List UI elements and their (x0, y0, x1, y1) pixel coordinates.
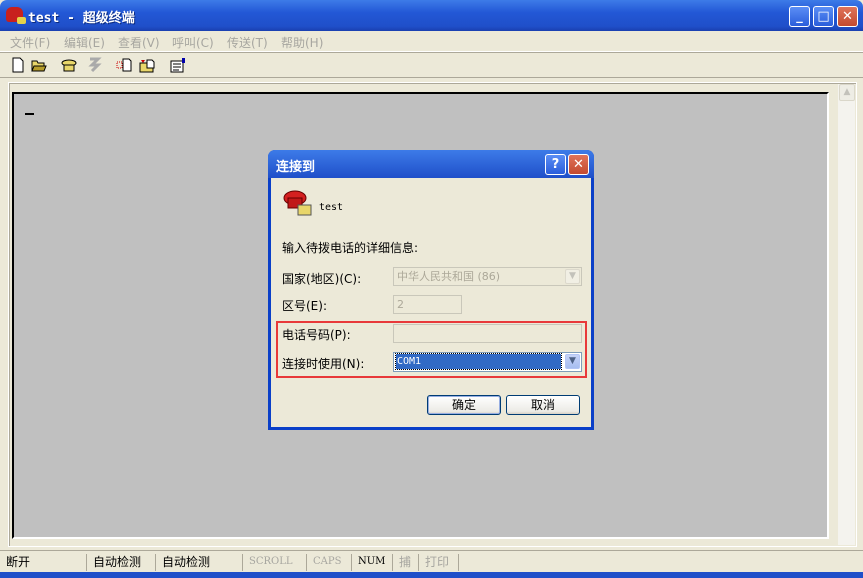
status-caps: CAPS (309, 554, 352, 571)
disconnect-icon (86, 57, 102, 73)
title-bar: test - 超级终端 _ □ ✕ (0, 0, 863, 31)
ok-button[interactable]: 确定 (427, 395, 501, 415)
menu-file[interactable]: 文件(F) (10, 34, 50, 51)
help-button[interactable]: ? (545, 154, 566, 175)
phone-number-input[interactable] (393, 324, 582, 343)
chevron-down-icon: ▼ (565, 269, 580, 284)
minimize-button[interactable]: _ (789, 6, 810, 27)
receive-icon[interactable] (139, 57, 155, 73)
vertical-scrollbar[interactable]: ▲ (838, 84, 855, 545)
window-title: test - 超级终端 (28, 11, 135, 26)
call-icon[interactable] (61, 57, 77, 73)
hyperterminal-icon (6, 7, 26, 24)
close-button[interactable]: ✕ (837, 6, 858, 27)
country-label: 国家(地区)(C): (282, 272, 362, 286)
connect-to-dialog: 连接到 ? ✕ (268, 150, 594, 430)
send-icon[interactable] (116, 57, 132, 73)
dialog-title-bar: 连接到 ? ✕ (268, 150, 594, 178)
status-print: 打印 (421, 554, 459, 571)
menu-transfer[interactable]: 传送(T) (227, 34, 268, 51)
maximize-button[interactable]: □ (813, 6, 834, 27)
country-value: 中华人民共和国 (86) (397, 270, 501, 283)
menu-bar: 文件(F) 编辑(E) 查看(V) 呼叫(C) 传送(T) 帮助(H) (0, 31, 863, 52)
dialog-prompt: 输入待拨电话的详细信息: (282, 241, 419, 255)
status-detect-2: 自动检测 (158, 554, 243, 571)
cancel-button[interactable]: 取消 (506, 395, 580, 415)
dialog-title: 连接到 (276, 160, 316, 175)
toolbar (0, 53, 863, 78)
status-scroll: SCROLL (245, 554, 307, 571)
connect-using-value: COM1 (395, 353, 562, 370)
scroll-up-icon[interactable]: ▲ (839, 84, 855, 101)
dialog-close-button[interactable]: ✕ (568, 154, 589, 175)
connect-using-label: 连接时使用(N): (282, 357, 365, 371)
menu-help[interactable]: 帮助(H) (281, 34, 323, 51)
status-bar: 断开 自动检测 自动检测 SCROLL CAPS NUM 捕 打印 (0, 550, 863, 572)
properties-icon[interactable] (170, 57, 186, 73)
status-detect-1: 自动检测 (89, 554, 156, 571)
terminal-cursor (25, 113, 34, 115)
connect-using-select[interactable]: COM1 ▼ (393, 352, 582, 372)
status-num: NUM (354, 554, 393, 571)
menu-view[interactable]: 查看(V) (118, 34, 160, 51)
menu-edit[interactable]: 编辑(E) (64, 34, 105, 51)
area-code-input: 2 (393, 295, 462, 314)
area-code-label: 区号(E): (282, 299, 327, 313)
phone-number-label: 电话号码(P): (282, 328, 351, 342)
chevron-down-icon[interactable]: ▼ (565, 354, 580, 369)
menu-call[interactable]: 呼叫(C) (172, 34, 214, 51)
country-select: 中华人民共和国 (86) ▼ (393, 267, 582, 286)
status-capture: 捕 (395, 554, 419, 571)
new-icon[interactable] (10, 57, 26, 73)
open-icon[interactable] (31, 57, 47, 73)
phone-connection-icon (283, 188, 313, 221)
connection-name: test (319, 202, 344, 213)
window-bottom-border (0, 572, 863, 578)
status-connection: 断开 (2, 554, 87, 571)
